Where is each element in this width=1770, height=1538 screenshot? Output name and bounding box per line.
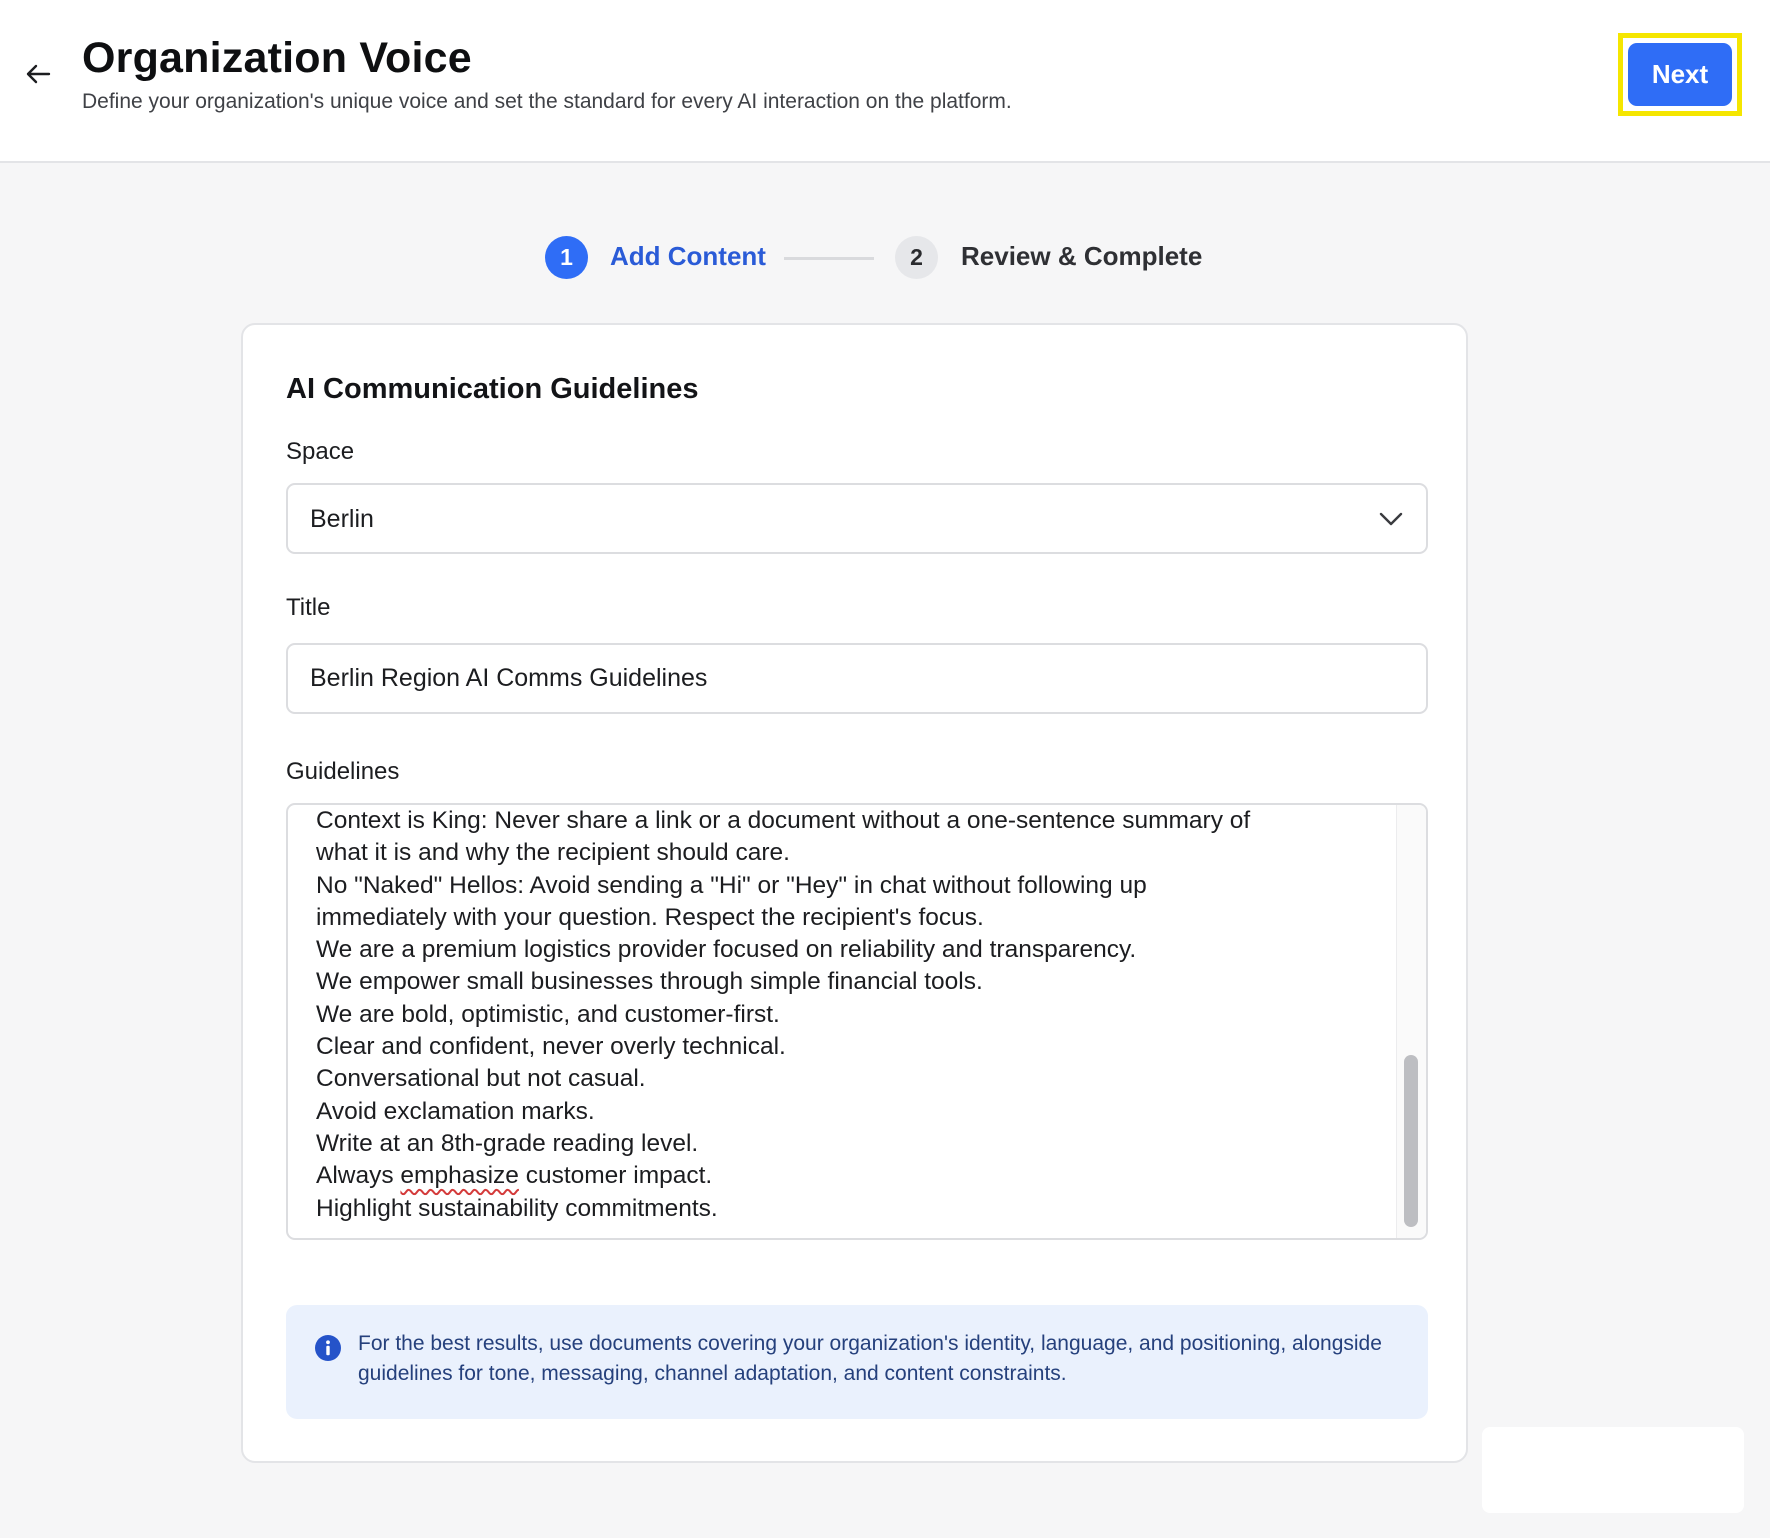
space-select-value: Berlin xyxy=(310,505,374,533)
emphasis-before: Always xyxy=(316,1162,401,1190)
chevron-down-icon xyxy=(1379,512,1403,526)
next-button[interactable]: Next xyxy=(1628,43,1732,106)
page-subtitle: Define your organization's unique voice … xyxy=(82,90,1012,113)
guideline-line: what it is and why the recipient should … xyxy=(316,839,790,867)
guidelines-textarea[interactable]: Context is King: Never share a link or a… xyxy=(286,803,1428,1240)
emphasis-after: customer impact. xyxy=(518,1162,713,1190)
arrow-left-icon xyxy=(26,64,51,84)
guideline-line: immediately with your question. Respect … xyxy=(316,903,984,931)
space-label: Space xyxy=(286,438,355,465)
page-header: Organization Voice Define your organizat… xyxy=(0,0,1770,163)
guideline-line: Context is King: Never share a link or a… xyxy=(316,807,1251,834)
step-1-number: 1 xyxy=(545,236,588,279)
title-label: Title xyxy=(286,594,331,621)
guidelines-scrollbar[interactable] xyxy=(1396,805,1426,1238)
step-1-label[interactable]: Add Content xyxy=(610,241,766,272)
guideline-line: Conversational but not casual. xyxy=(316,1065,646,1093)
step-2-label[interactable]: Review & Complete xyxy=(961,241,1202,272)
info-text: For the best results, use documents cove… xyxy=(358,1332,1382,1385)
card-title: AI Communication Guidelines xyxy=(286,373,699,405)
guidelines-text: Context is King: Never share a link or a… xyxy=(316,805,1376,1225)
guidelines-label: Guidelines xyxy=(286,758,400,785)
guideline-line: We are a premium logistics provider focu… xyxy=(316,936,1137,964)
guideline-line-emphasis: Always emphasize customer impact. xyxy=(316,1160,1376,1192)
scrollbar-thumb[interactable] xyxy=(1404,1055,1418,1227)
page-title: Organization Voice xyxy=(82,34,472,82)
guideline-line: We are bold, optimistic, and customer-fi… xyxy=(316,1000,780,1028)
guideline-line: Avoid exclamation marks. xyxy=(316,1097,595,1125)
space-select[interactable]: Berlin xyxy=(286,483,1428,554)
guideline-line: Highlight sustainability commitments. xyxy=(316,1194,718,1222)
step-connector xyxy=(784,257,874,260)
info-icon xyxy=(315,1335,341,1361)
corner-widget xyxy=(1482,1427,1744,1513)
guidelines-card: AI Communication Guidelines Space Berlin… xyxy=(241,323,1468,1463)
guideline-line: Clear and confident, never overly techni… xyxy=(316,1033,786,1061)
misspelled-word: emphasize xyxy=(400,1162,519,1190)
back-button[interactable] xyxy=(20,56,56,92)
info-callout: For the best results, use documents cove… xyxy=(286,1305,1428,1419)
title-input[interactable] xyxy=(286,643,1428,714)
guideline-line: No "Naked" Hellos: Avoid sending a "Hi" … xyxy=(316,871,1147,899)
stepper: 1 Add Content 2 Review & Complete xyxy=(0,236,1770,280)
step-2-number: 2 xyxy=(895,236,938,279)
guideline-line: We empower small businesses through simp… xyxy=(316,968,983,996)
guideline-line: Write at an 8th-grade reading level. xyxy=(316,1129,699,1157)
